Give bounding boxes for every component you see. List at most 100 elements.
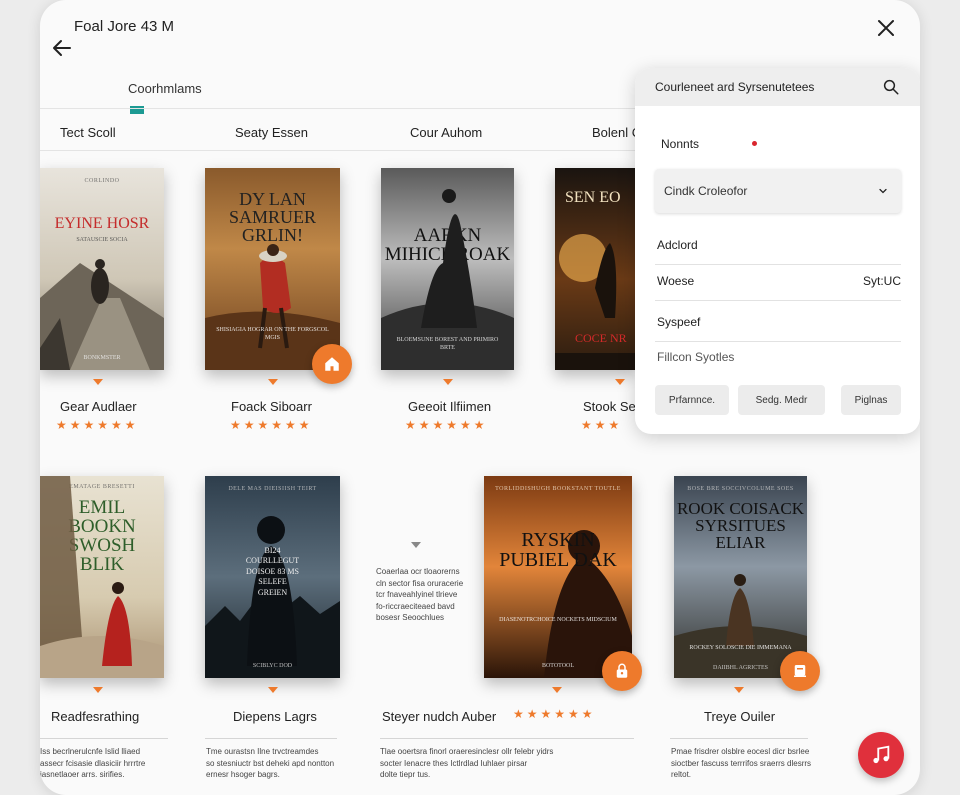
description-line: Tlae ooertsra finorl oraeresinclesr ollr…	[380, 747, 554, 756]
woese-value[interactable]: Syt:UC	[863, 274, 901, 288]
book-cover[interactable]: DELE MAS DIEISIISH TEIRT BI24 COURLLEGUT…	[205, 476, 340, 678]
select-value: Cindk Croleofor	[664, 184, 748, 198]
book-description: Iss becrlnerulcnfe Islid lliaed assecr f…	[40, 746, 170, 781]
chip-piglnas[interactable]: Piglnas	[841, 385, 901, 415]
divider	[655, 300, 901, 301]
search-icon[interactable]	[882, 78, 900, 96]
aside-note-line: bosesr Seoochlues	[376, 613, 445, 623]
tab-collections[interactable]: Coorhmlams	[128, 81, 202, 96]
divider	[205, 738, 337, 739]
book-title[interactable]: Steyer nudch Auber	[382, 709, 496, 724]
rating-stars: ★★★	[581, 418, 623, 432]
description-line: assecr fcisasie dlasiciir hrrrtre	[40, 758, 146, 768]
style-select[interactable]: Cindk Croleofor	[655, 169, 901, 213]
book-title[interactable]: Readfesrathing	[51, 709, 139, 724]
description-line: so stesniuctr bst deheki apd nontton	[206, 758, 335, 768]
panel-title: Courleneet ard Syrsenutetees	[655, 80, 815, 94]
aside-note-line: Coaerlaa ocr tloaorerns	[376, 567, 460, 576]
settings-panel: Courleneet ard Syrsenutetees Nonnts Cind…	[635, 68, 920, 434]
cover-footer: SCIBLYC DOD	[252, 663, 293, 669]
description-line: Tme ourastsn Ilne trvctreamdes	[206, 747, 319, 756]
book-cover[interactable]: TORLIDDISHUGH BOOKSTANT TOUTLE RYSKIN PU…	[484, 476, 632, 678]
book-cover[interactable]: EMATAGE BRESETTI EMIL BOOKN SWOSH BLIK	[40, 476, 164, 678]
chip-performance[interactable]: Prfarnnce.	[655, 385, 729, 415]
book-description: Pmae frisdrer olsblre eocesl dicr bsrlee…	[671, 746, 831, 781]
cover-subtitle: ROCKEY SOLOSCIE DIE IMMEMANA	[689, 645, 792, 651]
book-cover[interactable]: CORLINDO EYINE HOSR SATAUSCIE SOCIA BONK…	[40, 168, 164, 370]
description-line: reltot.	[671, 770, 692, 780]
rating-stars: ★★★★★★	[56, 418, 139, 432]
reader-icon	[794, 665, 806, 677]
book-title[interactable]: Foack Siboarr	[231, 399, 312, 414]
book-title[interactable]: Gear Audlaer	[60, 399, 137, 414]
aside-note: Coaerlaa ocr tloaorerns cln sector fisa …	[376, 566, 476, 624]
syspref-label[interactable]: Syspeef	[657, 315, 700, 329]
description-line: sioctber fascuss terrrifos sraerrs dlesr…	[671, 758, 812, 768]
description-line: iasnetlaoer arrs. sirifies.	[40, 770, 125, 780]
description-line: socter Ienacre thes Ictlrdlad Iuhlaer pi…	[380, 758, 528, 768]
book-title[interactable]: Geeoit Ilfiimen	[408, 399, 491, 414]
cover-art	[40, 259, 164, 370]
required-indicator	[752, 141, 757, 146]
book-description: Tme ourastsn Ilne trvctreamdes so stesni…	[206, 746, 346, 781]
cover-title: RYSKIN PUBIEL DAK	[499, 529, 617, 571]
home-icon	[325, 357, 339, 371]
pointer-icon	[268, 379, 278, 385]
pointer-icon	[93, 687, 103, 693]
cover-subtitle: SHISIAGIA HOGRAR ON THE FORGSCOL MGIS	[216, 327, 329, 342]
description-line: ernesr hsoger bagrs.	[206, 770, 280, 780]
pointer-icon	[443, 379, 453, 385]
lock-icon	[616, 663, 628, 678]
description-line: dolte tiepr tus.	[380, 770, 431, 780]
close-icon[interactable]	[874, 16, 898, 40]
pointer-icon	[552, 687, 562, 693]
description-line: Pmae frisdrer olsblre eocesl dicr bsrlee	[671, 747, 810, 756]
chevron-down-icon	[879, 188, 887, 194]
added-label: Adclord	[657, 238, 698, 252]
panel-header: Courleneet ard Syrsenutetees	[635, 68, 920, 106]
cover-red-title: COCE NR	[575, 331, 627, 345]
aside-note-line: tcr fnaveahlyinel tlrieve	[376, 590, 458, 600]
pointer-icon	[268, 687, 278, 693]
woese-label: Woese	[657, 274, 695, 288]
status-time: Foal Jore 43 M	[74, 18, 175, 35]
app-window: Foal Jore 43 M Coorhmlams Tect Scoll Sea…	[40, 0, 920, 795]
column-header-3[interactable]: Cour Auhom	[410, 125, 482, 140]
divider	[655, 341, 901, 342]
pointer-icon	[93, 379, 103, 385]
cover-title: BI24 COURLLEGUT DOISOE 83 MS SELEFE GREI…	[245, 546, 300, 597]
column-header-1[interactable]: Tect Scoll	[60, 125, 116, 140]
book-title[interactable]: Stook Se	[583, 399, 636, 414]
cover-subtitle: DIASENOTRCHOICE NOCKETS MIDSCIUM	[499, 617, 617, 623]
divider	[655, 264, 901, 265]
divider	[670, 738, 808, 739]
chip-sedg-medr[interactable]: Sedg. Medr	[738, 385, 825, 415]
back-arrow-icon[interactable]	[50, 36, 74, 60]
book-title[interactable]: Treye Ouiler	[704, 709, 775, 724]
column-header-2[interactable]: Seaty Essen	[235, 125, 308, 140]
pointer-icon	[411, 542, 421, 548]
home-fab[interactable]	[312, 344, 352, 384]
book-cover[interactable]: DY LAN SAMRUER GRLIN! SHISIAGIA HOGRAR O…	[205, 168, 340, 370]
filter-label[interactable]: Fillcon Syotles	[657, 350, 734, 364]
cover-footer: BONKMSTER	[83, 355, 121, 361]
column-header-4[interactable]: Bolenl C	[592, 125, 641, 140]
name-label: Nonnts	[661, 137, 700, 151]
cover-art	[40, 476, 164, 678]
music-fab[interactable]	[858, 732, 904, 778]
description-line: Iss becrlnerulcnfe Islid lliaed	[40, 747, 141, 756]
rating-stars: ★★★★★★	[405, 418, 488, 432]
reader-fab[interactable]	[780, 651, 820, 691]
divider	[380, 738, 634, 739]
book-cover[interactable]: BOSE BRE SOCCIVCOLUME SOES ROOK COISACK …	[674, 476, 807, 678]
rating-stars: ★★★★★★	[230, 418, 313, 432]
lock-fab[interactable]	[602, 651, 642, 691]
music-note-icon	[873, 745, 890, 764]
aside-note-line: cln sector fisa oruracerie	[376, 578, 464, 588]
book-title[interactable]: Diepens Lagrs	[233, 709, 317, 724]
pointer-icon	[615, 379, 625, 385]
book-cover[interactable]: SEN EO COCE NR	[555, 168, 635, 370]
book-cover[interactable]: AARKN MIHICL ROAK BLOEMSUNE BOREST AND P…	[381, 168, 514, 370]
pointer-icon	[734, 687, 744, 693]
rating-stars: ★★★★★★	[513, 707, 596, 721]
